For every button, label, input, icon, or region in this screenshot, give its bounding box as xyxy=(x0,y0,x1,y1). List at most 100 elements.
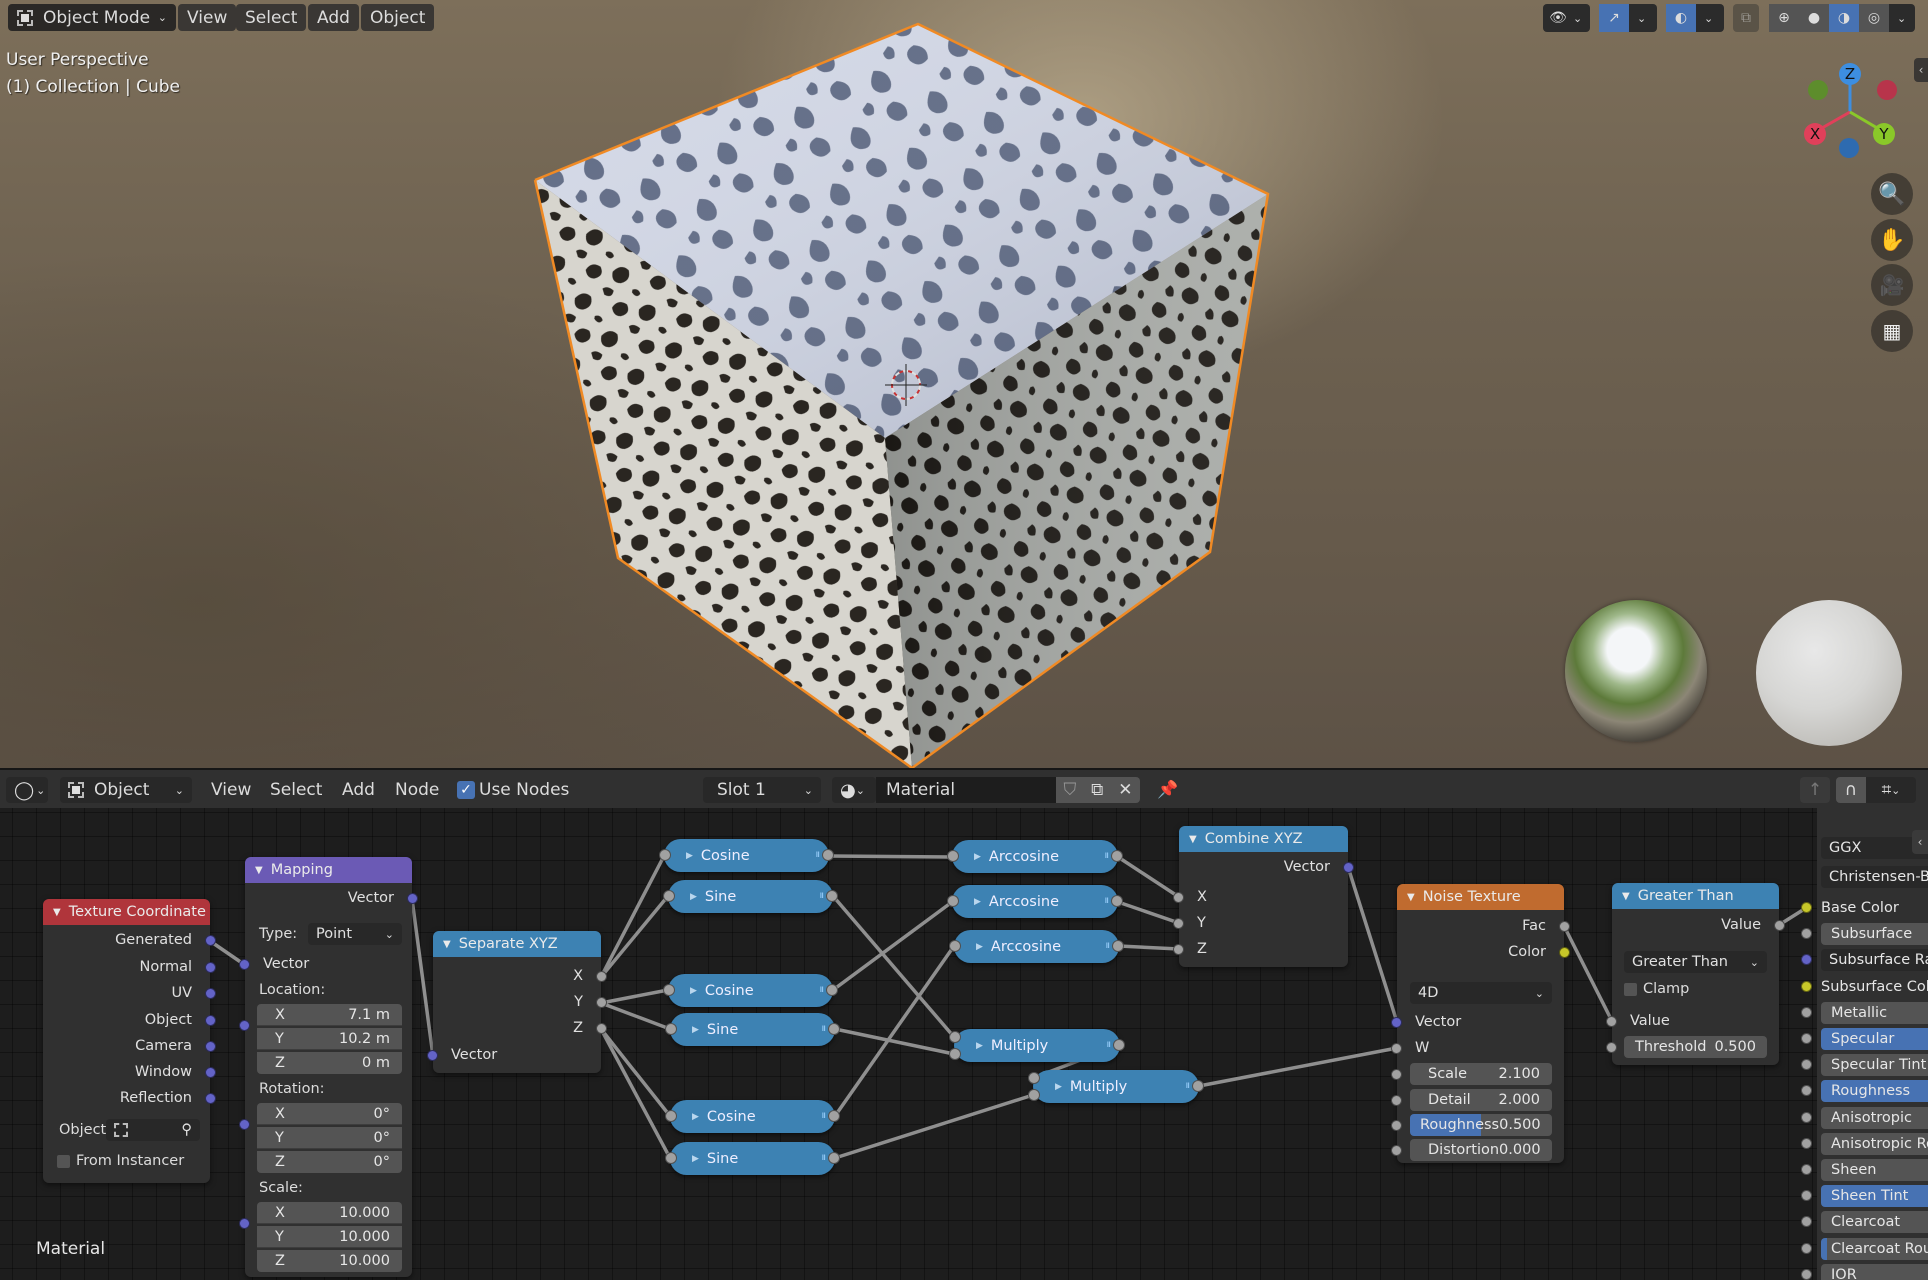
slot-selector[interactable]: Slot 1 ⌄ xyxy=(703,777,821,803)
socket-scale[interactable] xyxy=(239,1218,250,1229)
principled-input-ior[interactable]: IOR xyxy=(1817,1263,1928,1280)
socket-window[interactable] xyxy=(205,1067,216,1078)
principled-input-anisotropic-rot[interactable]: Anisotropic Rot xyxy=(1817,1132,1928,1155)
expand-triangle-icon[interactable]: ▶ xyxy=(692,1112,699,1122)
principled-input-specular[interactable]: Specular xyxy=(1817,1028,1928,1050)
socket-color-out[interactable] xyxy=(1559,947,1570,958)
socket-x-out[interactable] xyxy=(596,971,607,982)
collapse-triangle-icon[interactable]: ▼ xyxy=(255,865,263,876)
socket-normal[interactable] xyxy=(205,962,216,973)
socket-value-b-in[interactable] xyxy=(1028,1089,1040,1101)
shader-type-selector[interactable]: Object ⌄ xyxy=(60,777,192,803)
socket-value-out[interactable] xyxy=(1111,895,1123,907)
socket-value-out[interactable] xyxy=(826,984,838,996)
snap-type-selector[interactable]: ⌗ ⌄ xyxy=(1866,777,1916,803)
socket-value-in[interactable] xyxy=(1606,1016,1617,1027)
rotation-x-field[interactable]: X 0° xyxy=(257,1103,402,1125)
socket-value-out[interactable] xyxy=(1112,940,1124,952)
socket-anisotropic[interactable] xyxy=(1801,1111,1812,1123)
expand-triangle-icon[interactable]: ▶ xyxy=(692,1154,699,1164)
socket-subsurface-colo[interactable] xyxy=(1801,980,1812,992)
socket-value-out[interactable] xyxy=(826,890,838,902)
socket-roughness-in[interactable] xyxy=(1391,1120,1402,1131)
scale-y-field[interactable]: Y 10.000 xyxy=(257,1226,402,1248)
math-node-sine-3[interactable]: ▶ Sine ıı xyxy=(665,1142,840,1175)
texture-coordinate-node[interactable]: ▼ Texture Coordinate Generated Normal UV… xyxy=(43,899,216,1183)
node-sidebar-toggle-chevron-icon[interactable]: ‹ xyxy=(1912,830,1928,854)
checkbox-icon[interactable] xyxy=(57,1154,70,1168)
dimensions-dropdown[interactable]: 4D ⌄ xyxy=(1410,982,1552,1004)
socket-fac-out[interactable] xyxy=(1559,921,1570,932)
principled-input-specular-tint[interactable]: Specular Tint xyxy=(1817,1054,1928,1077)
collapse-triangle-icon[interactable]: ▼ xyxy=(1622,891,1630,902)
socket-z-in[interactable] xyxy=(1173,944,1184,955)
math-node-cosine-2[interactable]: ▶ Cosine ıı xyxy=(663,974,838,1007)
expand-triangle-icon[interactable]: ▶ xyxy=(1055,1082,1062,1092)
socket-value-in[interactable] xyxy=(659,849,671,861)
socket-vector-out[interactable] xyxy=(407,893,418,904)
expand-triangle-icon[interactable]: ▶ xyxy=(690,986,697,996)
greater-than-node[interactable]: ▼ Greater Than Value Greater Than ⌄ Clam… xyxy=(1606,883,1785,1065)
detail-field[interactable]: Detail 2.000 xyxy=(1410,1089,1552,1111)
math-node-multiply-1[interactable]: ▶ Multiply ıı xyxy=(949,1029,1125,1062)
principled-input-clearcoat[interactable]: Clearcoat xyxy=(1817,1211,1928,1234)
3d-viewport[interactable]: Object Mode ⌄ View Select Add Object Use… xyxy=(0,0,1928,768)
fake-user-shield-icon[interactable]: ⛉ xyxy=(1063,780,1076,800)
socket-clearcoat-roug[interactable] xyxy=(1801,1242,1812,1254)
combine-xyz-node[interactable]: ▼ Combine XYZ Vector X Y Z xyxy=(1173,826,1354,967)
socket-y-out[interactable] xyxy=(596,997,607,1008)
location-y-field[interactable]: Y 10.2 m xyxy=(257,1028,402,1050)
principled-input-metallic[interactable]: Metallic xyxy=(1817,1001,1928,1024)
expand-triangle-icon[interactable]: ▶ xyxy=(690,892,697,902)
socket-value-out[interactable] xyxy=(1111,850,1123,862)
expand-triangle-icon[interactable]: ▶ xyxy=(974,897,981,907)
socket-specular[interactable] xyxy=(1801,1033,1812,1044)
collapse-triangle-icon[interactable]: ▼ xyxy=(1189,834,1197,845)
eyedropper-icon[interactable]: ⚲ xyxy=(181,1122,192,1138)
socket-value-out[interactable] xyxy=(1113,1039,1125,1051)
socket-camera[interactable] xyxy=(205,1041,216,1052)
threshold-field[interactable]: Threshold 0.500 xyxy=(1624,1036,1767,1058)
node-header[interactable]: ▼ Noise Texture xyxy=(1397,884,1564,910)
socket-value-out[interactable] xyxy=(1192,1080,1204,1092)
socket-uv[interactable] xyxy=(205,988,216,999)
socket-distortion-in[interactable] xyxy=(1391,1145,1402,1156)
expand-triangle-icon[interactable]: ▶ xyxy=(976,1041,983,1051)
socket-value-a-in[interactable] xyxy=(1028,1072,1040,1084)
socket-vector-out[interactable] xyxy=(1343,862,1354,873)
socket-vector-in[interactable] xyxy=(239,959,250,970)
principled-input-subsurface[interactable]: Subsurface xyxy=(1817,923,1928,946)
menu-add[interactable]: Add xyxy=(342,777,375,803)
principled-input-anisotropic[interactable]: Anisotropic xyxy=(1817,1106,1928,1129)
collapse-triangle-icon[interactable]: ▼ xyxy=(1407,892,1415,903)
unlink-material-close-icon[interactable]: ✕ xyxy=(1118,780,1132,800)
socket-location[interactable] xyxy=(239,1020,250,1031)
duplicate-material-icon[interactable]: ⧉ xyxy=(1091,780,1103,800)
socket-detail-in[interactable] xyxy=(1391,1095,1402,1106)
roughness-field[interactable]: Roughness 0.500 xyxy=(1410,1114,1552,1136)
socket-value-in[interactable] xyxy=(663,984,675,996)
separate-xyz-node[interactable]: ▼ Separate XYZ X Y Z Vector xyxy=(427,931,607,1073)
math-node-cosine-3[interactable]: ▶ Cosine ıı xyxy=(665,1100,840,1133)
principled-input-roughness[interactable]: Roughness xyxy=(1817,1080,1928,1103)
node-header[interactable]: ▼ Separate XYZ xyxy=(433,931,601,957)
principled-input-christensen-bu[interactable]: Christensen-Bu xyxy=(1817,866,1928,888)
math-node-sine-2[interactable]: ▶ Sine ıı xyxy=(665,1013,840,1046)
expand-triangle-icon[interactable]: ▶ xyxy=(686,851,693,861)
location-x-field[interactable]: X 7.1 m xyxy=(257,1004,402,1026)
socket-scale-in[interactable] xyxy=(1391,1069,1402,1080)
snap-magnet-icon[interactable]: ∩ xyxy=(1836,777,1866,803)
menu-view[interactable]: View xyxy=(211,777,251,803)
math-node-arccosine-3[interactable]: ▶ Arccosine ıı xyxy=(949,930,1124,963)
principled-input-clearcoat-roug[interactable]: Clearcoat Roug xyxy=(1817,1237,1928,1260)
socket-value-b-in[interactable] xyxy=(949,1048,961,1060)
socket-value-in[interactable] xyxy=(665,1152,677,1164)
socket-object[interactable] xyxy=(205,1015,216,1026)
socket-sheen[interactable] xyxy=(1801,1164,1812,1175)
socket-vector-in[interactable] xyxy=(427,1050,438,1061)
editor-type-selector[interactable]: ◯ ⌄ xyxy=(6,777,48,803)
noise-texture-node[interactable]: ▼ Noise Texture Fac Color 4D ⌄ Vector W … xyxy=(1391,884,1570,1163)
collapse-triangle-icon[interactable]: ▼ xyxy=(53,907,61,918)
parent-node-tree-icon[interactable]: ↑ xyxy=(1800,777,1830,803)
socket-value-out[interactable] xyxy=(1774,920,1785,931)
